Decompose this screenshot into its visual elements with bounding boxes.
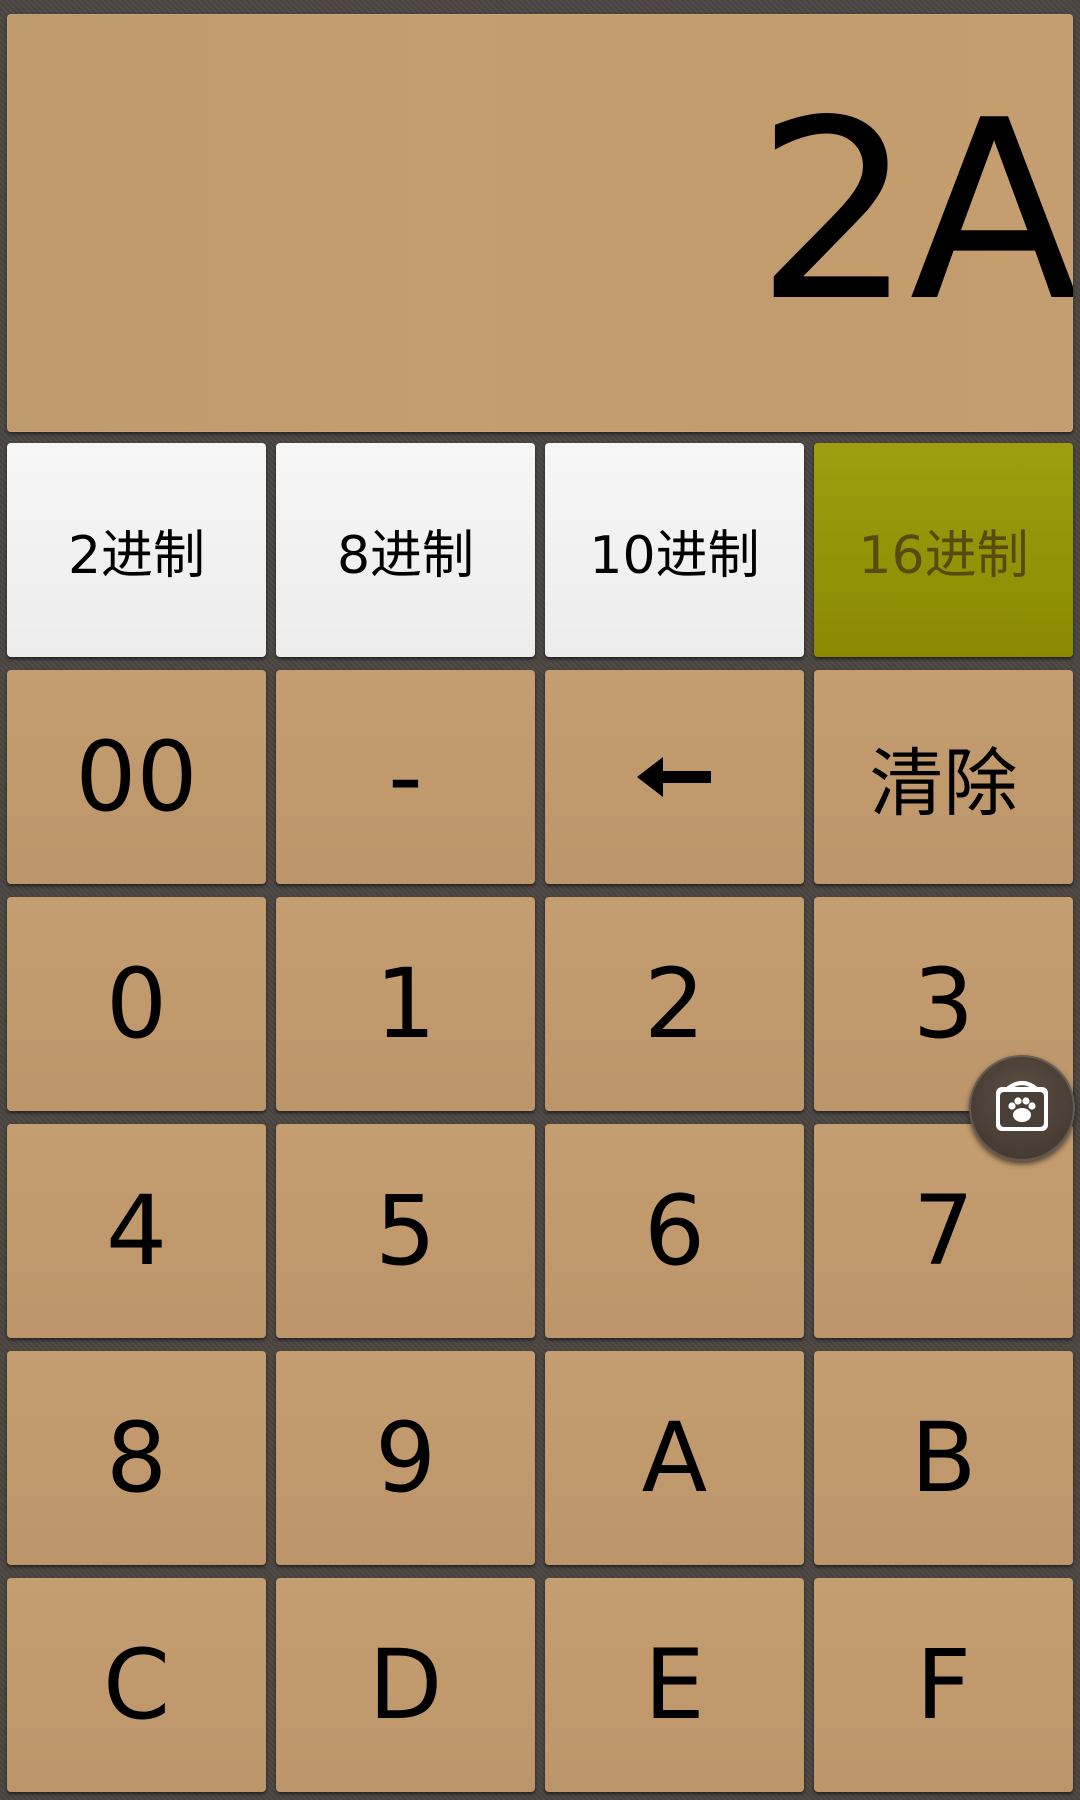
result-display: 2A bbox=[7, 14, 1073, 432]
double-zero-key[interactable]: 00 bbox=[7, 670, 266, 884]
hex-e-key[interactable]: E bbox=[545, 1578, 804, 1792]
clear-key[interactable]: 清除 bbox=[814, 670, 1073, 884]
hex-c-key[interactable]: C bbox=[7, 1578, 266, 1792]
hex-a-key[interactable]: A bbox=[545, 1351, 804, 1565]
minus-key[interactable]: - bbox=[276, 670, 535, 884]
digit-2-key[interactable]: 2 bbox=[545, 897, 804, 1111]
base-8-button[interactable]: 8进制 bbox=[276, 443, 535, 657]
left-arrow-icon bbox=[636, 755, 713, 799]
hex-b-key[interactable]: B bbox=[814, 1351, 1073, 1565]
digit-4-key[interactable]: 4 bbox=[7, 1124, 266, 1338]
hex-f-key[interactable]: F bbox=[814, 1578, 1073, 1792]
display-value: 2A bbox=[755, 68, 1073, 356]
digit-6-key[interactable]: 6 bbox=[545, 1124, 804, 1338]
backspace-key[interactable] bbox=[545, 670, 804, 884]
floating-assistant-button[interactable] bbox=[969, 1055, 1075, 1161]
base-16-button[interactable]: 16进制 bbox=[814, 443, 1073, 657]
digit-0-key[interactable]: 0 bbox=[7, 897, 266, 1111]
digit-5-key[interactable]: 5 bbox=[276, 1124, 535, 1338]
hex-d-key[interactable]: D bbox=[276, 1578, 535, 1792]
digit-8-key[interactable]: 8 bbox=[7, 1351, 266, 1565]
base-10-button[interactable]: 10进制 bbox=[545, 443, 804, 657]
paw-shop-icon bbox=[993, 1077, 1051, 1139]
base-2-button[interactable]: 2进制 bbox=[7, 443, 266, 657]
digit-9-key[interactable]: 9 bbox=[276, 1351, 535, 1565]
digit-1-key[interactable]: 1 bbox=[276, 897, 535, 1111]
